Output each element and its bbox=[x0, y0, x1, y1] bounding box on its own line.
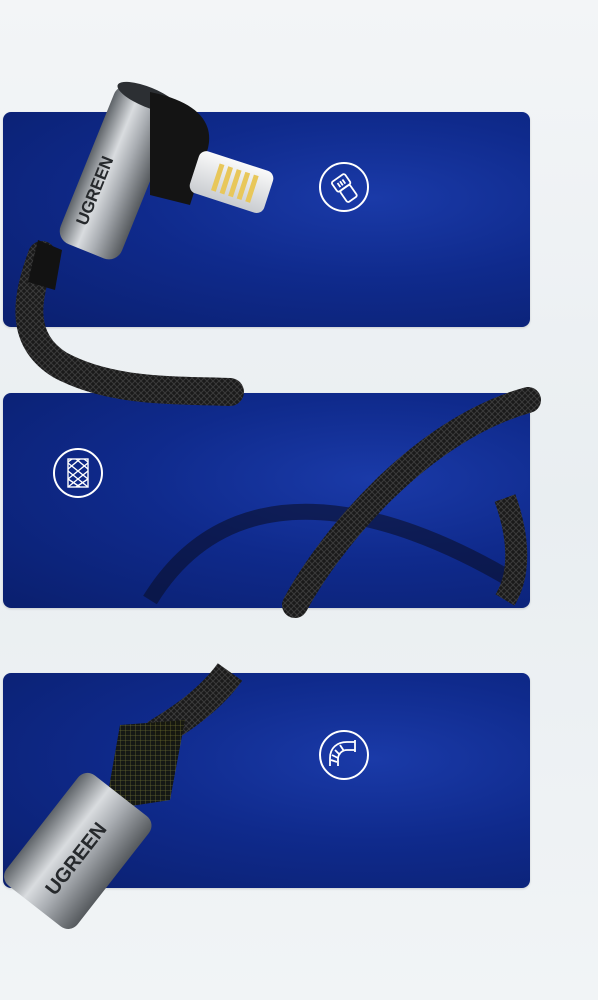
connector-panel bbox=[3, 112, 530, 327]
bend-durability-panel bbox=[3, 673, 530, 888]
bend-resistant-icon bbox=[319, 730, 369, 780]
braided-mesh-icon bbox=[53, 448, 103, 498]
lightning-connector-icon bbox=[319, 162, 369, 212]
braided-cable-panel bbox=[3, 393, 530, 608]
